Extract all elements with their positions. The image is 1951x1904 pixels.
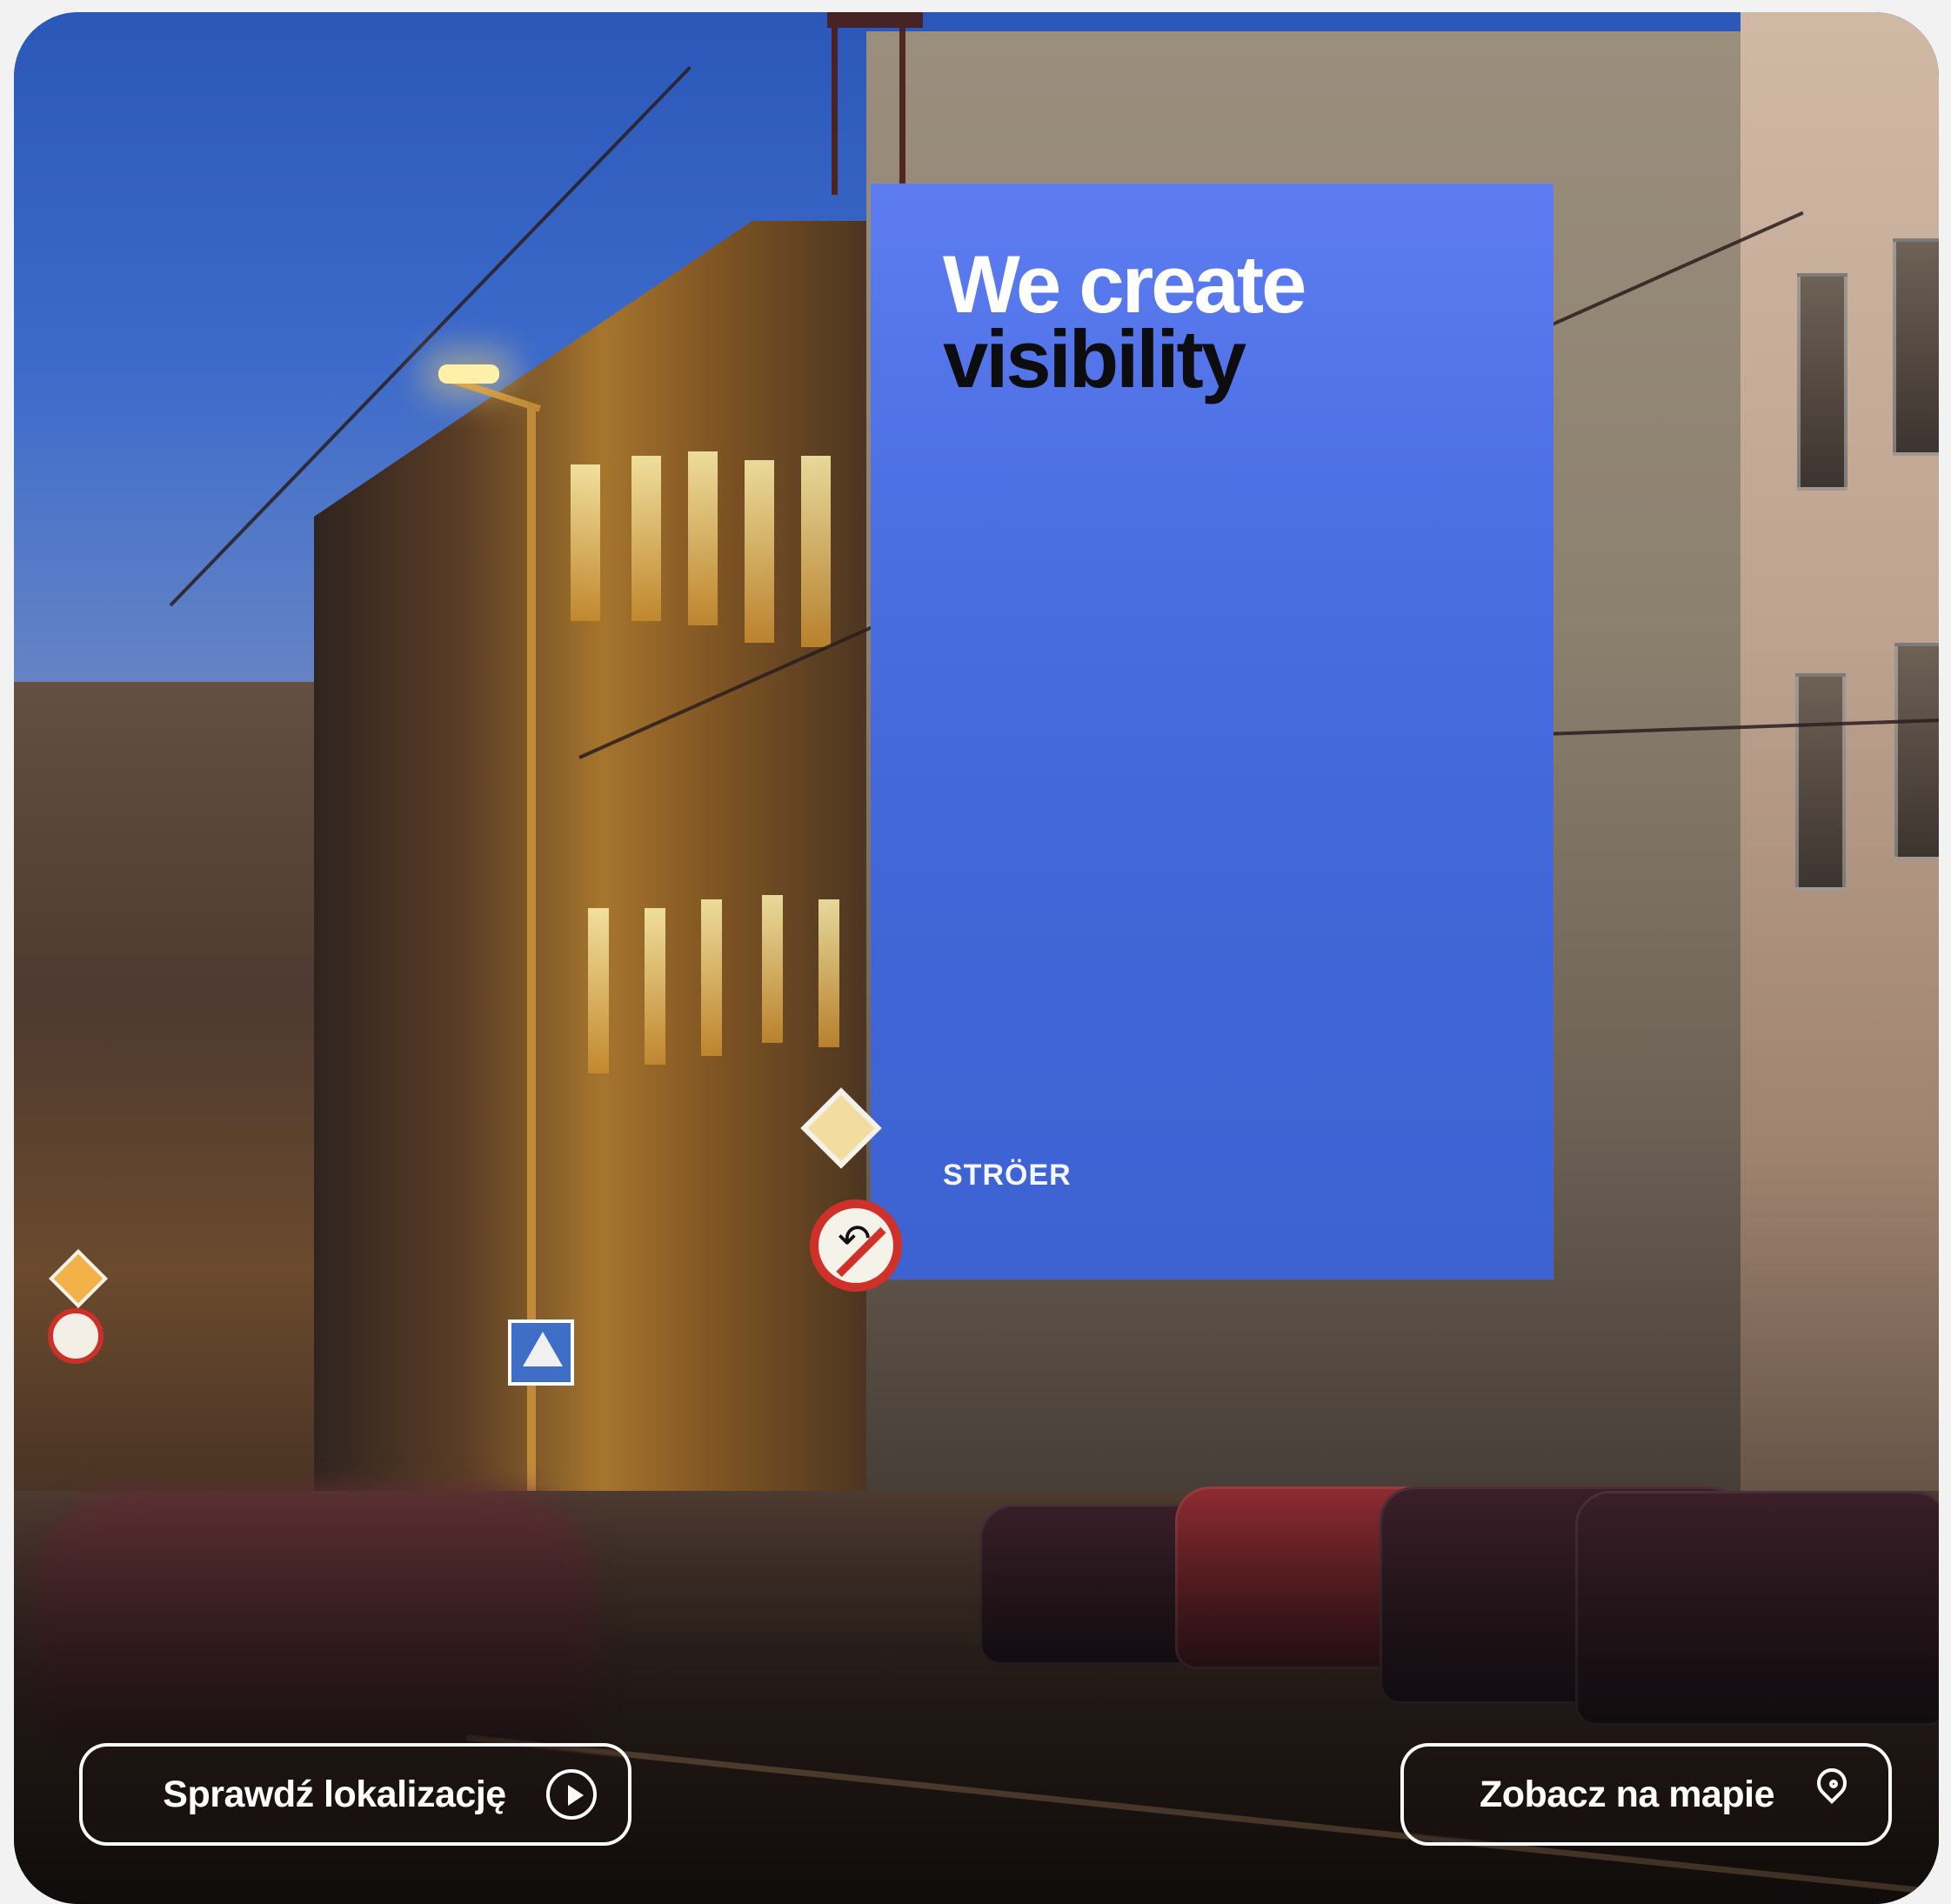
lit-window <box>801 456 831 647</box>
lit-window <box>645 908 665 1065</box>
window <box>1795 673 1846 891</box>
hero-card: We create visibility STRÖER Sprawdź loka… <box>14 12 1939 1904</box>
brand-logo-text: STRÖER <box>943 1159 1072 1192</box>
streetlamp-light <box>438 364 499 384</box>
lit-window <box>818 899 839 1047</box>
check-location-button[interactable]: Sprawdź lokalizację <box>79 1743 631 1846</box>
no-left-turn-sign <box>810 1199 902 1292</box>
window <box>1894 643 1939 860</box>
crane-structure <box>827 12 923 195</box>
lit-window <box>688 451 718 625</box>
lit-window <box>571 464 600 621</box>
lit-window <box>745 460 774 643</box>
lit-window <box>701 899 722 1056</box>
view-map-label: Zobacz na mapie <box>1480 1773 1774 1815</box>
left-no-turn-sign <box>48 1308 104 1364</box>
street-scene: We create visibility STRÖER <box>14 12 1939 1904</box>
lit-window <box>631 456 661 621</box>
view-map-button[interactable]: Zobacz na mapie <box>1400 1743 1892 1846</box>
window <box>1797 273 1847 491</box>
pedestrian-crossing-sign <box>508 1319 574 1386</box>
location-pin-icon <box>1814 1768 1854 1820</box>
lit-window <box>588 908 609 1073</box>
play-circle-icon <box>546 1769 597 1820</box>
lit-window <box>762 895 783 1043</box>
check-location-label: Sprawdź lokalizację <box>163 1773 506 1815</box>
headline-line-1: We create <box>943 238 1306 330</box>
billboard-headline: We create visibility <box>943 238 1465 405</box>
window <box>1893 238 1939 456</box>
headline-line-2: visibility <box>943 313 1246 405</box>
